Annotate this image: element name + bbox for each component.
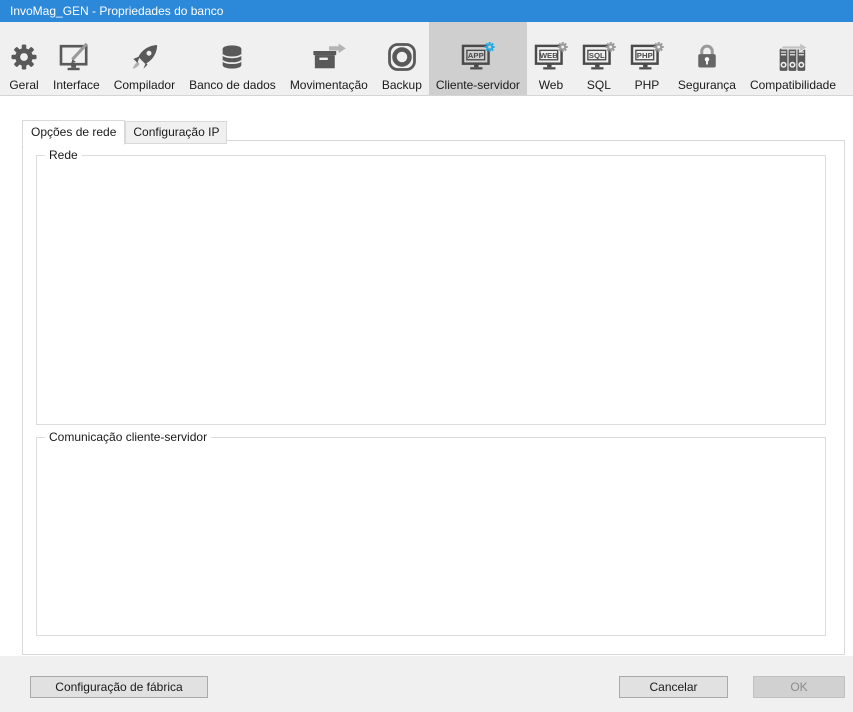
toolbar-item-banco-de-dados[interactable]: Banco de dados (182, 22, 283, 95)
toolbar-item-label: Banco de dados (189, 78, 276, 92)
tab-configuracao-ip[interactable]: Configuração IP (125, 121, 227, 144)
network-group-title: Rede (45, 148, 82, 162)
toolbar-item-interface[interactable]: Interface (46, 22, 107, 95)
tab-label: Opções de rede (31, 125, 116, 139)
sql-monitor-gear-icon: SQL (582, 38, 616, 76)
toolbar-item-label: Compilador (114, 78, 175, 92)
toolbar-item-compatibilidade[interactable]: Compatibilidade (743, 22, 843, 95)
gear-icon (9, 38, 39, 76)
app-monitor-gear-icon: APP (461, 38, 495, 76)
toolbar-item-label: Compatibilidade (750, 78, 836, 92)
binders-arrow-icon (776, 38, 810, 76)
tab-opcoes-de-rede[interactable]: Opções de rede (22, 120, 125, 145)
tab-bar: Opções de rede Configuração IP (22, 119, 227, 144)
network-groupbox: Rede (36, 155, 826, 425)
svg-text:APP: APP (468, 51, 484, 60)
toolbar-item-label: Segurança (678, 78, 736, 92)
toolbar-item-label: Backup (382, 78, 422, 92)
toolbar-item-label: Web (539, 78, 563, 92)
factory-settings-button[interactable]: Configuração de fábrica (30, 676, 208, 698)
monitor-pencil-icon (59, 38, 93, 76)
cancel-button[interactable]: Cancelar (619, 676, 728, 698)
toolbar-item-label: Movimentação (290, 78, 368, 92)
toolbar-item-backup[interactable]: Backup (375, 22, 429, 95)
svg-text:PHP: PHP (637, 51, 653, 60)
toolbar-item-label: SQL (587, 78, 611, 92)
database-icon (218, 38, 246, 76)
toolbar-item-seguranca[interactable]: Segurança (671, 22, 743, 95)
window-title: InvoMag_GEN - Propriedades do banco (10, 4, 223, 18)
life-ring-icon (387, 38, 417, 76)
svg-text:SQL: SQL (589, 51, 605, 60)
toolbar-item-label: Interface (53, 78, 100, 92)
toolbar-item-sql[interactable]: SQL SQL (575, 22, 623, 95)
communication-group-title: Comunicação cliente-servidor (45, 430, 211, 444)
toolbar-item-web[interactable]: WEB Web (527, 22, 575, 95)
svg-text:WEB: WEB (540, 51, 559, 60)
database-properties-dialog: InvoMag_GEN - Propriedades do banco Gera… (0, 0, 853, 712)
toolbar-item-php[interactable]: PHP PHP (623, 22, 671, 95)
window-titlebar: InvoMag_GEN - Propriedades do banco (0, 0, 853, 22)
box-arrow-icon (311, 38, 347, 76)
toolbar-item-cliente-servidor[interactable]: APP Cliente-servidor (429, 22, 527, 95)
toolbar-item-compilador[interactable]: Compilador (107, 22, 182, 95)
tab-label: Configuração IP (133, 125, 219, 139)
toolbar-item-label: Cliente-servidor (436, 78, 520, 92)
communication-groupbox: Comunicação cliente-servidor (36, 437, 826, 636)
toolbar-item-geral[interactable]: Geral (2, 22, 46, 95)
toolbar-item-label: PHP (635, 78, 660, 92)
button-label: OK (790, 680, 807, 694)
toolbar-item-label: Geral (9, 78, 38, 92)
php-monitor-gear-icon: PHP (630, 38, 664, 76)
web-monitor-gear-icon: WEB (534, 38, 568, 76)
button-label: Configuração de fábrica (55, 680, 182, 694)
toolbar-item-movimentacao[interactable]: Movimentação (283, 22, 375, 95)
padlock-icon (693, 38, 721, 76)
ok-button[interactable]: OK (753, 676, 845, 698)
button-label: Cancelar (649, 680, 697, 694)
settings-toolbar: Geral Interface (0, 22, 853, 96)
rocket-icon (129, 38, 159, 76)
